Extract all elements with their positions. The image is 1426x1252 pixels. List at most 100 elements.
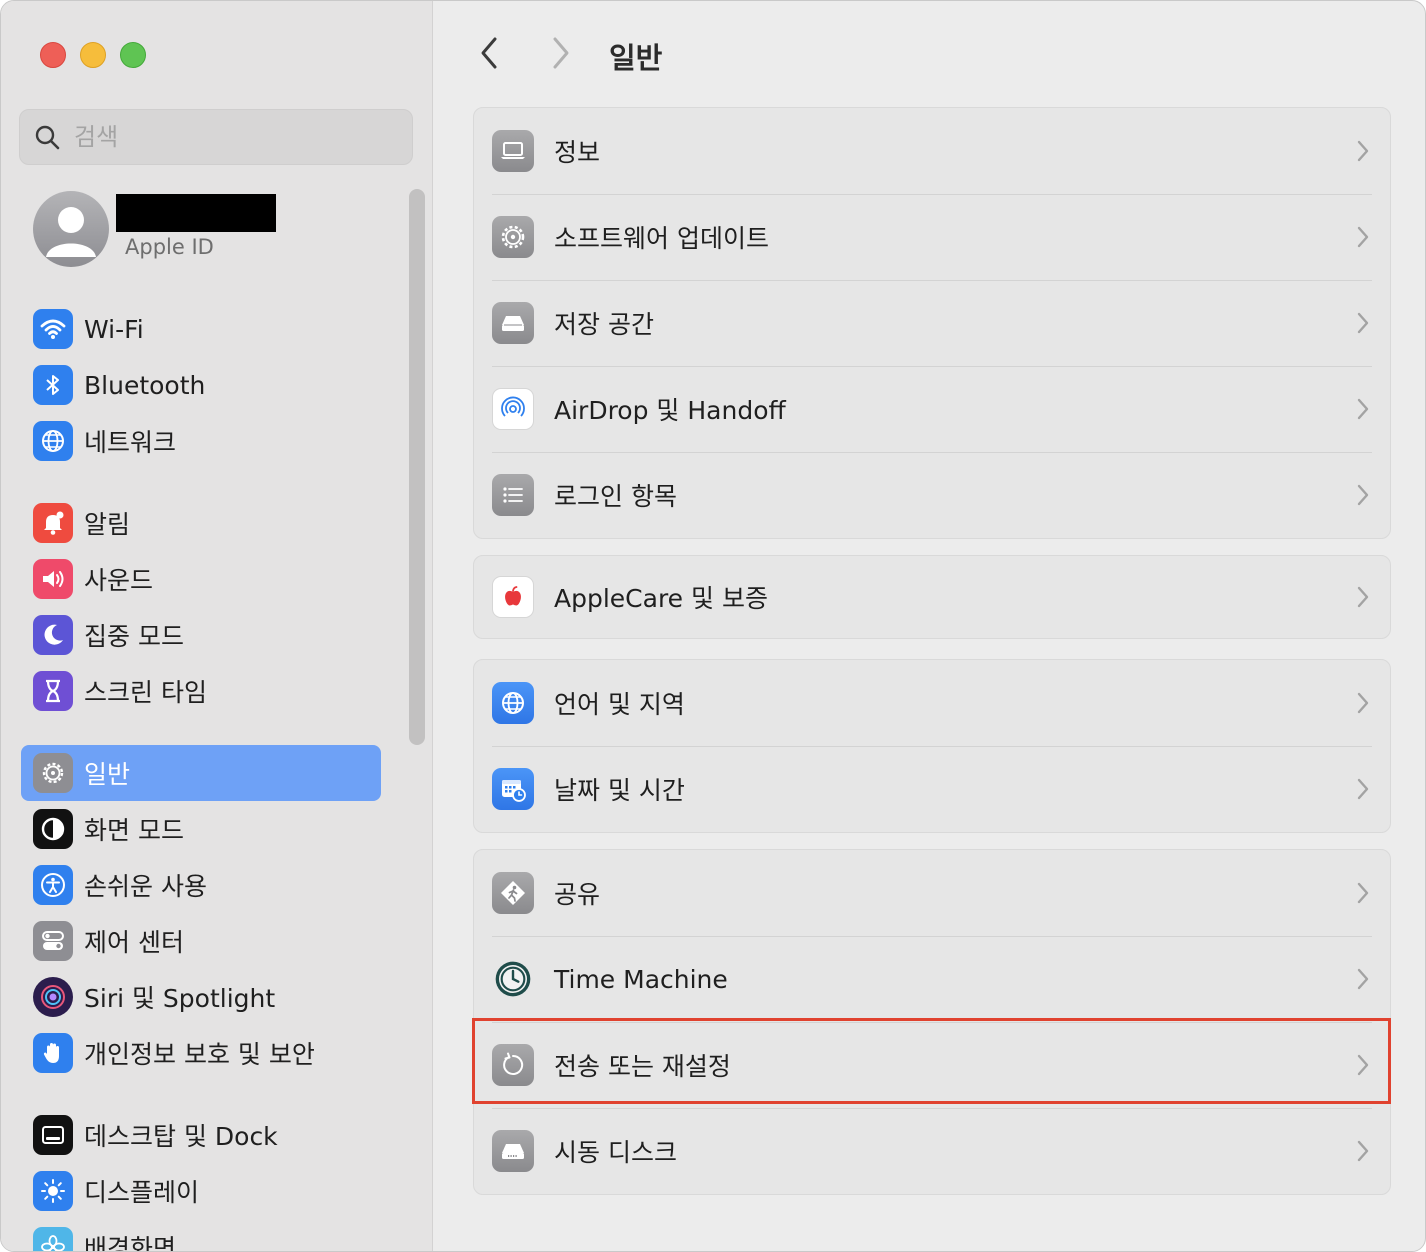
- back-button[interactable]: [469, 33, 509, 73]
- sidebar-item-displays[interactable]: 디스플레이: [21, 1163, 381, 1219]
- row-transfer-reset[interactable]: 전송 또는 재설정: [474, 1022, 1390, 1108]
- row-label: Time Machine: [554, 964, 728, 994]
- sidebar-item-label: 일반: [84, 760, 131, 789]
- row-sharing[interactable]: 공유: [474, 850, 1390, 936]
- zoom-button[interactable]: [120, 42, 146, 68]
- sidebar-item-general[interactable]: 일반: [21, 745, 381, 801]
- window-controls: [40, 42, 146, 68]
- moon-icon: [33, 615, 73, 655]
- row-applecare[interactable]: AppleCare 및 보증: [474, 556, 1390, 638]
- row-label: 공유: [554, 880, 601, 909]
- row-about[interactable]: 정보: [474, 108, 1390, 194]
- globe-icon: [33, 421, 73, 461]
- sidebar-item-label: 디스플레이: [84, 1178, 200, 1207]
- sidebar-item-label: 개인정보 보호 및 보안: [84, 1040, 315, 1069]
- row-time-machine[interactable]: Time Machine: [474, 936, 1390, 1022]
- sidebar-item-notifications[interactable]: 알림: [21, 495, 381, 551]
- row-login-items[interactable]: 로그인 항목: [474, 452, 1390, 538]
- sidebar-item-desktop-dock[interactable]: 데스크탑 및 Dock: [21, 1107, 381, 1163]
- sidebar-item-privacy-security[interactable]: 개인정보 보호 및 보안: [21, 1025, 381, 1081]
- sidebar-item-label: 알림: [84, 510, 131, 539]
- chevron-right-icon: [553, 37, 569, 69]
- row-software-update[interactable]: 소프트웨어 업데이트: [474, 194, 1390, 280]
- sidebar-item-wifi[interactable]: Wi-Fi: [21, 301, 381, 357]
- list-icon: [492, 474, 534, 516]
- chevron-right-icon: [1357, 398, 1369, 420]
- sidebar-item-appearance[interactable]: 화면 모드: [21, 801, 381, 857]
- sun-icon: [33, 1171, 73, 1211]
- sidebar-item-label: 제어 센터: [84, 928, 184, 957]
- sidebar-item-siri-spotlight[interactable]: Siri 및 Spotlight: [21, 969, 381, 1025]
- calendar-clock-icon: [492, 768, 534, 810]
- wifi-icon: [33, 309, 73, 349]
- sidebar-item-label: Wi-Fi: [84, 314, 144, 344]
- sidebar-scrollbar[interactable]: [409, 189, 425, 745]
- search-input[interactable]: [74, 123, 374, 151]
- sidebar-item-control-center[interactable]: 제어 센터: [21, 913, 381, 969]
- laptop-icon: [492, 130, 534, 172]
- sidebar-item-screen-time[interactable]: 스크린 타임: [21, 663, 381, 719]
- row-label: 정보: [554, 138, 601, 167]
- bell-icon: [33, 503, 73, 543]
- settings-window: Apple ID Wi-Fi Bluetooth 네트워크: [0, 0, 1426, 1252]
- apple-id-account[interactable]: Apple ID: [33, 191, 393, 269]
- startup-disk-icon: [492, 1130, 534, 1172]
- sidebar-group-notifications: 알림 사운드 집중 모드 스크린 타임: [21, 495, 381, 719]
- sidebar-item-bluetooth[interactable]: Bluetooth: [21, 357, 381, 413]
- page-title: 일반: [609, 41, 663, 75]
- row-label: 소프트웨어 업데이트: [554, 224, 769, 253]
- close-button[interactable]: [40, 42, 66, 68]
- gear-icon: [33, 753, 73, 793]
- sidebar-item-network[interactable]: 네트워크: [21, 413, 381, 469]
- row-startup-disk[interactable]: 시동 디스크: [474, 1108, 1390, 1194]
- chevron-right-icon: [1357, 586, 1369, 608]
- minimize-button[interactable]: [80, 42, 106, 68]
- chevron-right-icon: [1357, 882, 1369, 904]
- chevron-right-icon: [1357, 1054, 1369, 1076]
- chevron-left-icon: [481, 37, 497, 69]
- search-field[interactable]: [19, 109, 413, 165]
- row-language-region[interactable]: 언어 및 지역: [474, 660, 1390, 746]
- sharing-icon: [492, 872, 534, 914]
- chevron-right-icon: [1357, 968, 1369, 990]
- apple-icon: [492, 576, 534, 618]
- row-airdrop-handoff[interactable]: AirDrop 및 Handoff: [474, 366, 1390, 452]
- chevron-right-icon: [1357, 226, 1369, 248]
- row-storage[interactable]: 저장 공간: [474, 280, 1390, 366]
- row-label: 로그인 항목: [554, 482, 677, 511]
- speaker-icon: [33, 559, 73, 599]
- bluetooth-icon: [33, 365, 73, 405]
- forward-button[interactable]: [541, 33, 581, 73]
- airdrop-icon: [492, 388, 534, 430]
- sidebar-group-system: 일반 화면 모드 손쉬운 사용 제어 센터 Siri 및 Spotlight 개…: [21, 745, 381, 1081]
- row-date-time[interactable]: 날짜 및 시간: [474, 746, 1390, 832]
- chevron-right-icon: [1357, 484, 1369, 506]
- sidebar-item-wallpaper[interactable]: 배경화면: [21, 1219, 381, 1252]
- sidebar: Apple ID Wi-Fi Bluetooth 네트워크: [1, 1, 433, 1252]
- row-label: 날짜 및 시간: [554, 776, 685, 805]
- settings-group-system: 공유 Time Machine 전송 또는 재설정 시동 디스크: [473, 849, 1391, 1195]
- sidebar-item-label: 데스크탑 및 Dock: [84, 1122, 278, 1151]
- gear-badge-icon: [492, 216, 534, 258]
- siri-icon: [33, 977, 73, 1017]
- search-icon: [35, 125, 60, 150]
- chevron-right-icon: [1357, 312, 1369, 334]
- chevron-right-icon: [1357, 140, 1369, 162]
- reset-icon: [492, 1044, 534, 1086]
- sidebar-item-label: 배경화면: [84, 1234, 177, 1252]
- sidebar-item-sound[interactable]: 사운드: [21, 551, 381, 607]
- dock-icon: [33, 1115, 73, 1155]
- drive-icon: [492, 302, 534, 344]
- globe-icon: [492, 682, 534, 724]
- sidebar-item-accessibility[interactable]: 손쉬운 사용: [21, 857, 381, 913]
- sidebar-item-label: 스크린 타임: [84, 678, 207, 707]
- row-label: 전송 또는 재설정: [554, 1052, 731, 1081]
- sidebar-item-focus[interactable]: 집중 모드: [21, 607, 381, 663]
- account-name-redacted: [116, 194, 276, 232]
- row-label: AirDrop 및 Handoff: [554, 396, 786, 425]
- settings-group-language-date: 언어 및 지역 날짜 및 시간: [473, 659, 1391, 833]
- sidebar-item-label: 화면 모드: [84, 816, 184, 845]
- hand-icon: [33, 1033, 73, 1073]
- toolbar: 일반: [433, 1, 1425, 107]
- hourglass-icon: [33, 671, 73, 711]
